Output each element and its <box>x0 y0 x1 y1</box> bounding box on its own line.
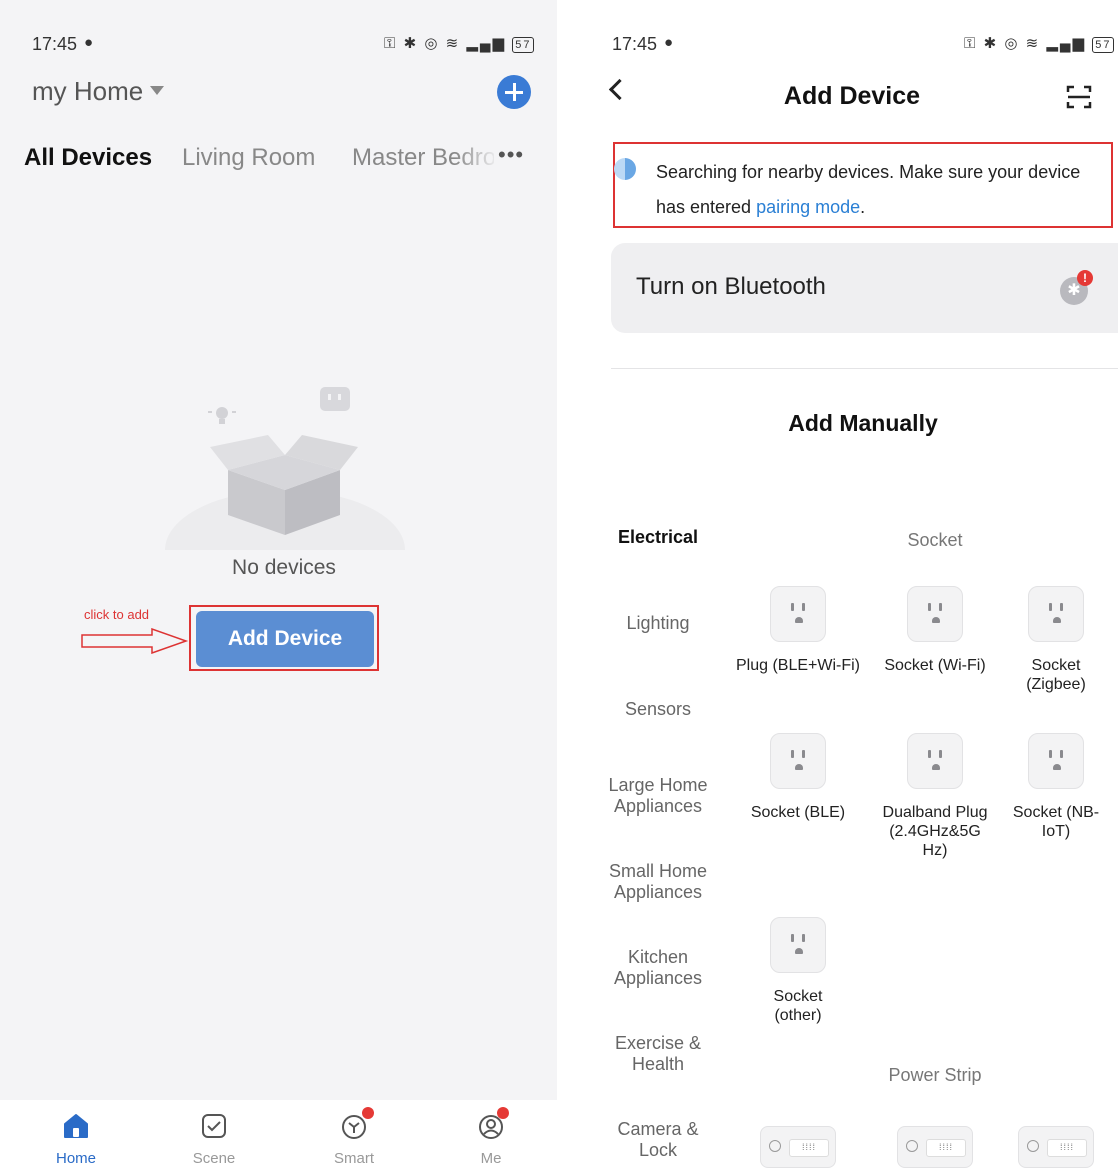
me-badge <box>497 1107 509 1119</box>
device-name: Socket (Wi-Fi) <box>884 657 986 674</box>
status-time: 17:45 <box>612 34 658 54</box>
tab-all-devices[interactable]: All Devices <box>24 144 152 172</box>
device-tile[interactable]: Dualband Plug (2.4GHz&5G Hz) <box>880 733 990 860</box>
pairing-mode-link[interactable]: pairing mode <box>756 197 860 217</box>
alert-badge-icon: ! <box>1077 270 1093 286</box>
section-power-strip: Power Strip <box>888 1065 982 1085</box>
category-kitchen-appliances[interactable]: Kitchen Appliances <box>608 947 708 989</box>
empty-state-text: No devices <box>232 556 336 579</box>
add-device-button[interactable]: Add Device <box>196 611 374 667</box>
nfc-icon: ◎ <box>1004 35 1020 52</box>
device-tile[interactable]: Socket (BLE) <box>723 733 873 822</box>
device-name: Socket (other) <box>773 988 823 1024</box>
socket-icon <box>770 917 826 973</box>
annotation-arrow-icon <box>81 628 189 654</box>
tab-me[interactable]: Me <box>441 1100 541 1173</box>
tab-me-label: Me <box>480 1150 502 1167</box>
outlets-icon: ⁞⁞⁞⁞ <box>926 1139 966 1157</box>
tab-fade <box>455 138 499 182</box>
category-large-home-appliances[interactable]: Large Home Appliances <box>592 775 724 817</box>
power-strip-tile[interactable]: ⁞⁞⁞⁞ <box>1018 1126 1094 1168</box>
section-socket: Socket <box>907 530 963 550</box>
category-sensors[interactable]: Sensors <box>586 699 730 720</box>
tab-scene-label: Scene <box>192 1150 236 1167</box>
power-button-icon <box>906 1140 918 1152</box>
outlets-icon: ⁞⁞⁞⁞ <box>789 1139 829 1157</box>
status-icons: ⚿ ✱ ◎ ≋ ▂▄▆ 57 <box>384 34 535 53</box>
battery-icon: 57 <box>512 37 535 53</box>
bluetooth-icon: ✱ <box>983 35 999 52</box>
tab-smart-label: Smart <box>333 1150 374 1167</box>
home-icon <box>64 1114 88 1138</box>
tab-smart[interactable]: Smart <box>304 1100 404 1173</box>
socket-icon <box>1028 733 1084 789</box>
category-small-home-appliances[interactable]: Small Home Appliances <box>598 861 718 903</box>
bluetooth-label: Turn on Bluetooth <box>636 273 826 300</box>
bluetooth-icon: ✱ <box>403 35 419 52</box>
tab-home[interactable]: Home <box>26 1100 126 1173</box>
scene-checkbox-icon <box>202 1114 226 1138</box>
wifi-icon: ≋ <box>445 35 461 52</box>
search-status-message: Searching for nearby devices. Make sure … <box>656 162 1081 217</box>
category-electrical[interactable]: Electrical <box>586 527 730 548</box>
more-rooms-icon[interactable]: ••• <box>498 142 524 168</box>
device-tile[interactable]: Socket (Zigbee) <box>1001 586 1111 694</box>
device-name: Dualband Plug (2.4GHz&5G Hz) <box>882 804 988 859</box>
tab-scene[interactable]: Scene <box>164 1100 264 1173</box>
empty-box-illustration <box>165 387 405 550</box>
home-selector[interactable]: my Home <box>32 76 143 107</box>
page-title: Add Device <box>783 82 921 110</box>
divider <box>611 368 1118 369</box>
power-strip-tile[interactable]: ⁞⁞⁞⁞ <box>897 1126 973 1168</box>
wifi-icon: ≋ <box>1025 35 1041 52</box>
battery-icon: 57 <box>1092 37 1115 53</box>
nfc-icon: ◎ <box>424 35 440 52</box>
outlets-icon: ⁞⁞⁞⁞ <box>1047 1139 1087 1157</box>
device-name: Socket (NB-IoT) <box>1012 804 1100 840</box>
wechat-icon: ● <box>664 34 674 51</box>
key-icon: ⚿ <box>964 35 978 52</box>
socket-icon <box>770 586 826 642</box>
category-lighting[interactable]: Lighting <box>586 613 730 634</box>
search-status-period: . <box>860 197 866 217</box>
caret-down-icon[interactable] <box>150 86 164 95</box>
tab-home-label: Home <box>55 1150 96 1167</box>
socket-icon <box>907 733 963 789</box>
socket-icon <box>1028 586 1084 642</box>
add-device-plus-button[interactable] <box>497 75 531 109</box>
device-tile[interactable]: Plug (BLE+Wi-Fi) <box>723 586 873 675</box>
tab-living-room[interactable]: Living Room <box>182 144 315 172</box>
signal-icon: ▂▄▆ <box>466 35 507 52</box>
socket-icon <box>907 586 963 642</box>
signal-icon: ▂▄▆ <box>1046 35 1087 52</box>
smart-badge <box>362 1107 374 1119</box>
status-icons: ⚿ ✱ ◎ ≋ ▂▄▆ 57 <box>964 34 1115 53</box>
home-screen: 17:45 ● ⚿ ✱ ◎ ≋ ▂▄▆ 57 my Home All Devic… <box>0 0 557 1173</box>
bottom-tab-bar: Home Scene Smart Me <box>0 1100 557 1173</box>
status-time: 17:45 <box>32 34 78 54</box>
add-device-screen: 17:45 ● ⚿ ✱ ◎ ≋ ▂▄▆ 57 Add Device Search… <box>586 0 1118 1173</box>
device-tile[interactable]: Socket (other) <box>748 917 848 1025</box>
category-camera-lock[interactable]: Camera & Lock <box>608 1119 708 1161</box>
key-icon: ⚿ <box>384 35 398 52</box>
device-tile[interactable]: Socket (NB-IoT) <box>1001 733 1111 841</box>
device-name: Plug (BLE+Wi-Fi) <box>735 657 861 674</box>
power-strip-tile[interactable]: ⁞⁞⁞⁞ <box>760 1126 836 1168</box>
searching-spinner-icon <box>614 158 636 180</box>
power-button-icon <box>1027 1140 1039 1152</box>
category-exercise-health[interactable]: Exercise & Health <box>598 1033 718 1075</box>
wechat-icon: ● <box>84 34 94 51</box>
device-tile[interactable]: Socket (Wi-Fi) <box>860 586 1010 675</box>
power-button-icon <box>769 1140 781 1152</box>
scan-icon[interactable] <box>1066 84 1092 110</box>
section-title: Add Manually <box>788 410 938 436</box>
device-name: Socket (BLE) <box>750 804 846 821</box>
socket-icon <box>770 733 826 789</box>
search-status-text: Searching for nearby devices. Make sure … <box>656 155 1106 225</box>
annotation-text: click to add <box>84 607 150 622</box>
device-name: Socket (Zigbee) <box>1026 657 1086 693</box>
